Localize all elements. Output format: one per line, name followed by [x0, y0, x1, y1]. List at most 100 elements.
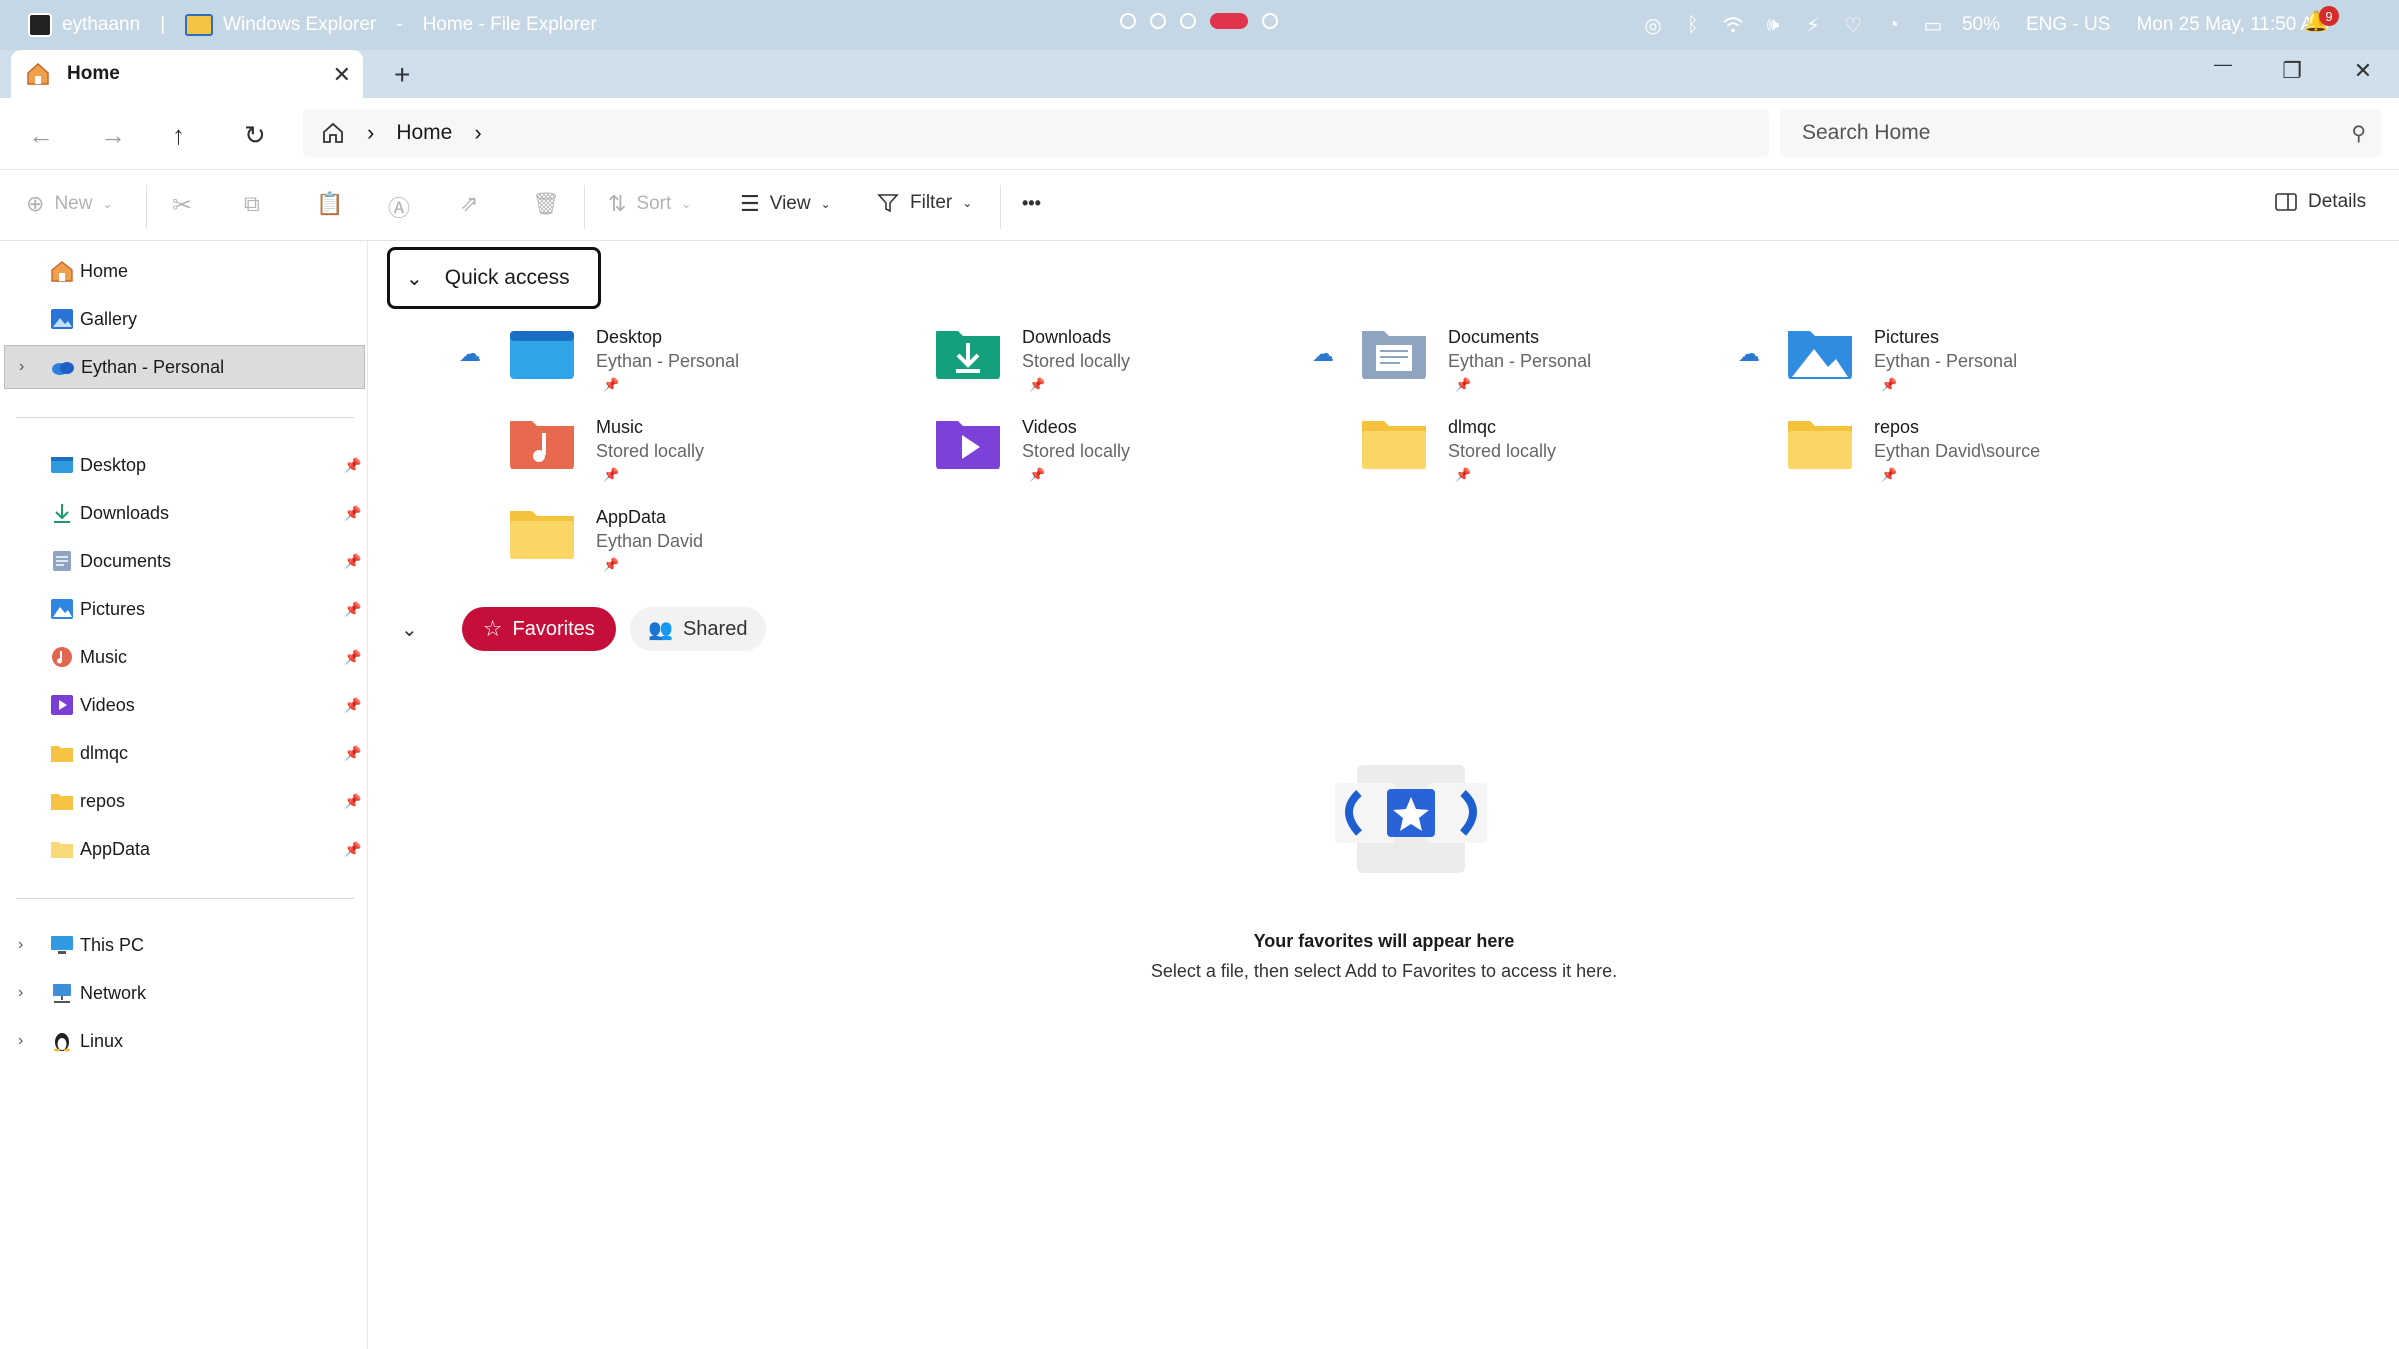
quick-access-item-desktop[interactable]: Desktop Eythan - Personal 📌 — [510, 321, 930, 407]
workspace-dot[interactable] — [1120, 13, 1136, 29]
filter-button[interactable]: Filter ⌄ — [876, 191, 972, 215]
datetime[interactable]: Mon 25 May, 11:50 AM — [2136, 14, 2329, 36]
chevron-right-icon[interactable]: › — [18, 936, 23, 954]
navigation-pane: Home Gallery › Eythan - Personal Desktop… — [0, 241, 368, 1349]
chevron-down-icon[interactable]: ⌄ — [401, 617, 418, 642]
sidebar-item-this-pc[interactable]: › This PC — [0, 923, 368, 967]
workspace-dot[interactable] — [1150, 13, 1166, 29]
vpn-icon[interactable]: ◎ — [1642, 14, 1664, 37]
pin-icon: 📌 — [603, 467, 620, 482]
pin-icon[interactable]: 📌 — [344, 553, 361, 570]
pin-icon[interactable]: 📌 — [344, 697, 361, 714]
close-window-button[interactable]: ✕ — [2333, 58, 2393, 84]
favorites-tab[interactable]: ☆ Favorites — [461, 607, 616, 651]
sidebar-item-downloads[interactable]: Downloads 📌 — [0, 491, 368, 535]
chevron-down-icon[interactable]: ⌄ — [406, 266, 423, 291]
pin-icon[interactable]: 📌 — [344, 649, 361, 666]
copy-icon[interactable]: ⧉ — [244, 191, 260, 217]
battery-icon[interactable]: ▭ — [1922, 14, 1944, 37]
language-indicator[interactable]: ENG - US — [2026, 14, 2110, 36]
maximize-button[interactable]: ❐ — [2262, 58, 2322, 84]
quick-access-item-pictures[interactable]: Pictures Eythan - Personal 📌 — [1788, 321, 2208, 407]
music-folder-icon — [510, 421, 574, 469]
sidebar-item-videos[interactable]: Videos 📌 — [0, 683, 368, 727]
pin-icon[interactable]: 📌 — [344, 793, 361, 810]
quick-access-item-downloads[interactable]: Downloads Stored locally 📌 — [936, 321, 1356, 407]
search-icon[interactable]: ⚲ — [2351, 121, 2366, 146]
chevron-right-icon[interactable]: › — [474, 120, 481, 146]
quick-access-item-music[interactable]: Music Stored locally 📌 — [510, 411, 930, 497]
sort-button[interactable]: ⇅ Sort ⌄ — [608, 191, 691, 217]
pin-icon[interactable]: 📌 — [344, 457, 361, 474]
pin-icon[interactable]: 📌 — [344, 745, 361, 762]
address-bar[interactable]: › Home › — [303, 109, 1769, 157]
pin-icon[interactable]: 📌 — [344, 841, 361, 858]
tab-home[interactable]: Home ✕ — [11, 50, 363, 98]
quick-access-item-videos[interactable]: Videos Stored locally 📌 — [936, 411, 1356, 497]
performance-icon[interactable]: ◔ — [1882, 14, 1904, 36]
share-icon[interactable]: ⇗ — [460, 191, 478, 217]
sidebar-item-repos[interactable]: repos 📌 — [0, 779, 368, 823]
power-icon[interactable]: ⚡ — [1802, 14, 1824, 37]
sidebar-item-onedrive[interactable]: › Eythan - Personal — [4, 345, 365, 389]
quick-access-item-appdata[interactable]: AppData Eythan David 📌 — [510, 501, 930, 587]
rename-icon[interactable]: Ⓐ — [388, 191, 410, 223]
tab-close-icon[interactable]: ✕ — [333, 62, 351, 88]
new-tab-button[interactable]: + — [394, 59, 410, 91]
favorites-empty-title: Your favorites will appear here — [1253, 931, 1515, 951]
view-button[interactable]: ☰ View ⌄ — [740, 191, 831, 217]
sidebar-item-appdata[interactable]: AppData 📌 — [0, 827, 368, 871]
workspace-indicator[interactable] — [1120, 13, 1278, 29]
breadcrumb-home[interactable]: Home — [396, 121, 452, 145]
cut-icon[interactable]: ✂ — [172, 191, 192, 220]
wifi-icon[interactable] — [1722, 14, 1744, 36]
quick-access-item-dlmqc[interactable]: dlmqc Stored locally 📌 — [1362, 411, 1782, 497]
sidebar-item-home[interactable]: Home — [0, 249, 368, 293]
pin-icon[interactable]: 📌 — [344, 601, 361, 618]
chevron-right-icon[interactable]: › — [18, 1032, 23, 1050]
pin-icon[interactable]: 📌 — [344, 505, 361, 522]
paste-icon[interactable]: 📋 — [316, 191, 343, 217]
desktop-icon — [51, 457, 73, 473]
workspace-active[interactable] — [1210, 13, 1248, 29]
sort-icon: ⇅ — [608, 191, 627, 216]
sidebar-item-desktop[interactable]: Desktop 📌 — [0, 443, 368, 487]
folder-icon — [1788, 421, 1852, 469]
delete-icon[interactable]: 🗑 — [532, 191, 560, 217]
forward-button[interactable]: → — [100, 120, 126, 151]
refresh-button[interactable]: ↻ — [244, 120, 266, 151]
quick-access-item-documents[interactable]: Documents Eythan - Personal 📌 — [1362, 321, 1782, 407]
quick-access-header[interactable]: ⌄ Quick access — [387, 247, 601, 309]
back-button[interactable]: ← — [28, 120, 54, 151]
workspace-dot[interactable] — [1180, 13, 1196, 29]
home-outline-icon[interactable] — [321, 121, 345, 145]
sidebar-item-dlmqc[interactable]: dlmqc 📌 — [0, 731, 368, 775]
search-input[interactable]: Search Home ⚲ — [1780, 109, 2382, 157]
sidebar-item-documents[interactable]: Documents 📌 — [0, 539, 368, 583]
chevron-right-icon[interactable]: › — [18, 984, 23, 1002]
new-button[interactable]: ⊕ New ⌄ — [26, 191, 113, 217]
sidebar-item-gallery[interactable]: Gallery — [0, 297, 368, 341]
chevron-right-icon[interactable]: › — [19, 358, 24, 376]
chevron-right-icon[interactable]: › — [367, 120, 374, 146]
sidebar-item-pictures[interactable]: Pictures 📌 — [0, 587, 368, 631]
sidebar-item-network[interactable]: › Network — [0, 971, 368, 1015]
folder-icon — [1362, 421, 1426, 469]
minimize-button[interactable]: — — [2193, 54, 2253, 75]
health-icon[interactable]: ♡ — [1842, 14, 1864, 37]
sidebar-item-linux[interactable]: › Linux — [0, 1019, 368, 1063]
more-options-button[interactable]: ••• — [1022, 193, 1041, 214]
shared-tab[interactable]: 👥 Shared — [629, 607, 766, 651]
bluetooth-icon[interactable]: ᛒ — [1682, 14, 1704, 36]
quick-access-title: Quick access — [444, 266, 570, 289]
gallery-icon — [51, 309, 73, 329]
chevron-down-icon: ⌄ — [820, 197, 831, 211]
sidebar-item-music[interactable]: Music 📌 — [0, 635, 368, 679]
up-button[interactable]: ↑ — [172, 120, 185, 151]
quick-access-item-repos[interactable]: repos Eythan David\source 📌 — [1788, 411, 2208, 497]
volume-icon[interactable]: 🕪 — [1762, 14, 1784, 36]
workspace-dot[interactable] — [1262, 13, 1278, 29]
details-button[interactable]: Details — [2274, 191, 2366, 213]
people-icon: 👥 — [648, 618, 673, 641]
folder-icon — [51, 842, 73, 858]
